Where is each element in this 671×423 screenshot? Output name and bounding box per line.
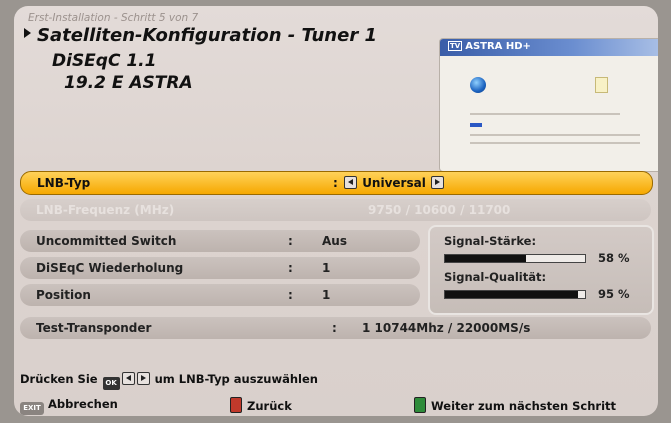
tv-screen: Erst-Installation - Schritt 5 von 7 Sate… [0,0,671,423]
lnb-frequency-row: LNB-Frequenz (MHz) 9750 / 10600 / 11700 [20,199,651,221]
uncommitted-switch-value: Aus [322,234,347,248]
installation-panel: Erst-Installation - Schritt 5 von 7 Sate… [14,6,658,416]
separator: : [288,234,293,248]
page-title: Satelliten-Konfiguration - Tuner 1 [24,25,377,46]
uncommitted-switch-label: Uncommitted Switch [36,234,177,248]
globe-icon [470,77,486,93]
diseqc-repeat-value: 1 [322,261,331,275]
lnb-type-value[interactable]: Universal [343,176,445,190]
red-button-icon [230,397,242,413]
page-title-text: Satelliten-Konfiguration - Tuner 1 [37,25,377,46]
cancel-button[interactable]: EXIT Abbrechen [20,397,118,415]
test-transponder-value: 1 10744Mhz / 22000MS/s [362,321,531,335]
test-transponder-label: Test-Transponder [36,321,152,335]
test-transponder-row[interactable]: Test-Transponder : 1 10744Mhz / 22000MS/… [20,317,651,339]
arrow-right-key-icon [136,372,150,385]
tv-badge: TV [448,41,463,51]
lnb-frequency-label: LNB-Frequenz (MHz) [36,203,175,217]
signal-quality-label: Signal-Qualität: [444,270,547,284]
signal-strength-bar [444,254,586,263]
arrow-right-icon [24,28,31,38]
separator: : [332,321,337,335]
position-value: 1 [322,288,331,302]
lnb-type-row[interactable]: LNB-Typ : Universal [20,171,653,195]
ok-key-icon: OK [102,377,120,390]
channel-logo-text: ASTRA HD+ [465,41,531,52]
preview-header-bar: TV ASTRA HD+ [440,39,658,56]
lnb-frequency-value: 9750 / 10600 / 11700 [368,203,511,217]
signal-strength-fill [445,255,527,262]
lnb-type-label: LNB-Typ [37,176,91,190]
green-button-icon [414,397,426,413]
diseqc-repeat-row[interactable]: DiSEqC Wiederholung : 1 [20,257,420,279]
channel-preview: TV ASTRA HD+ [439,38,658,172]
signal-quality-value: 95 % [598,287,630,301]
hint-prefix: Drücken Sie [20,372,98,386]
signal-strength-label: Signal-Stärke: [444,234,537,248]
satellite-label: 19.2 E ASTRA [64,73,193,93]
arrow-right-icon[interactable] [431,176,445,189]
back-label: Zurück [247,399,292,413]
preview-progress [470,123,482,127]
preview-line [470,113,620,115]
arrow-left-key-icon [121,372,135,385]
next-step-button[interactable]: Weiter zum nächsten Schritt [414,397,616,413]
navigation-hint: Drücken Sie OK um LNB-Typ auszuwählen [20,372,318,390]
diseqc-repeat-label: DiSEqC Wiederholung [36,261,184,275]
arrow-left-icon[interactable] [344,176,357,189]
preview-line [470,142,640,144]
hint-suffix: um LNB-Typ auszuwählen [154,372,318,386]
next-label: Weiter zum nächsten Schritt [431,399,617,413]
breadcrumb: Erst-Installation - Schritt 5 von 7 [28,12,199,24]
diseqc-label: DiSEqC 1.1 [52,51,157,71]
position-row[interactable]: Position : 1 [20,284,420,306]
signal-quality-bar [444,290,586,299]
separator: : [288,288,293,302]
back-button[interactable]: Zurück [230,397,292,413]
exit-key-icon: EXIT [20,402,44,415]
signal-panel: Signal-Stärke: 58 % Signal-Qualität: 95 … [428,225,654,315]
cancel-label: Abbrechen [48,397,118,411]
signal-quality-fill [445,291,578,298]
channel-logo: TV ASTRA HD+ [448,41,531,52]
signal-strength-value: 58 % [598,251,630,265]
preview-line [470,134,640,136]
lnb-type-value-text: Universal [362,176,426,190]
position-label: Position [36,288,91,302]
document-icon [595,77,608,93]
uncommitted-switch-row[interactable]: Uncommitted Switch : Aus [20,230,420,252]
separator: : [333,176,338,190]
separator: : [288,261,293,275]
